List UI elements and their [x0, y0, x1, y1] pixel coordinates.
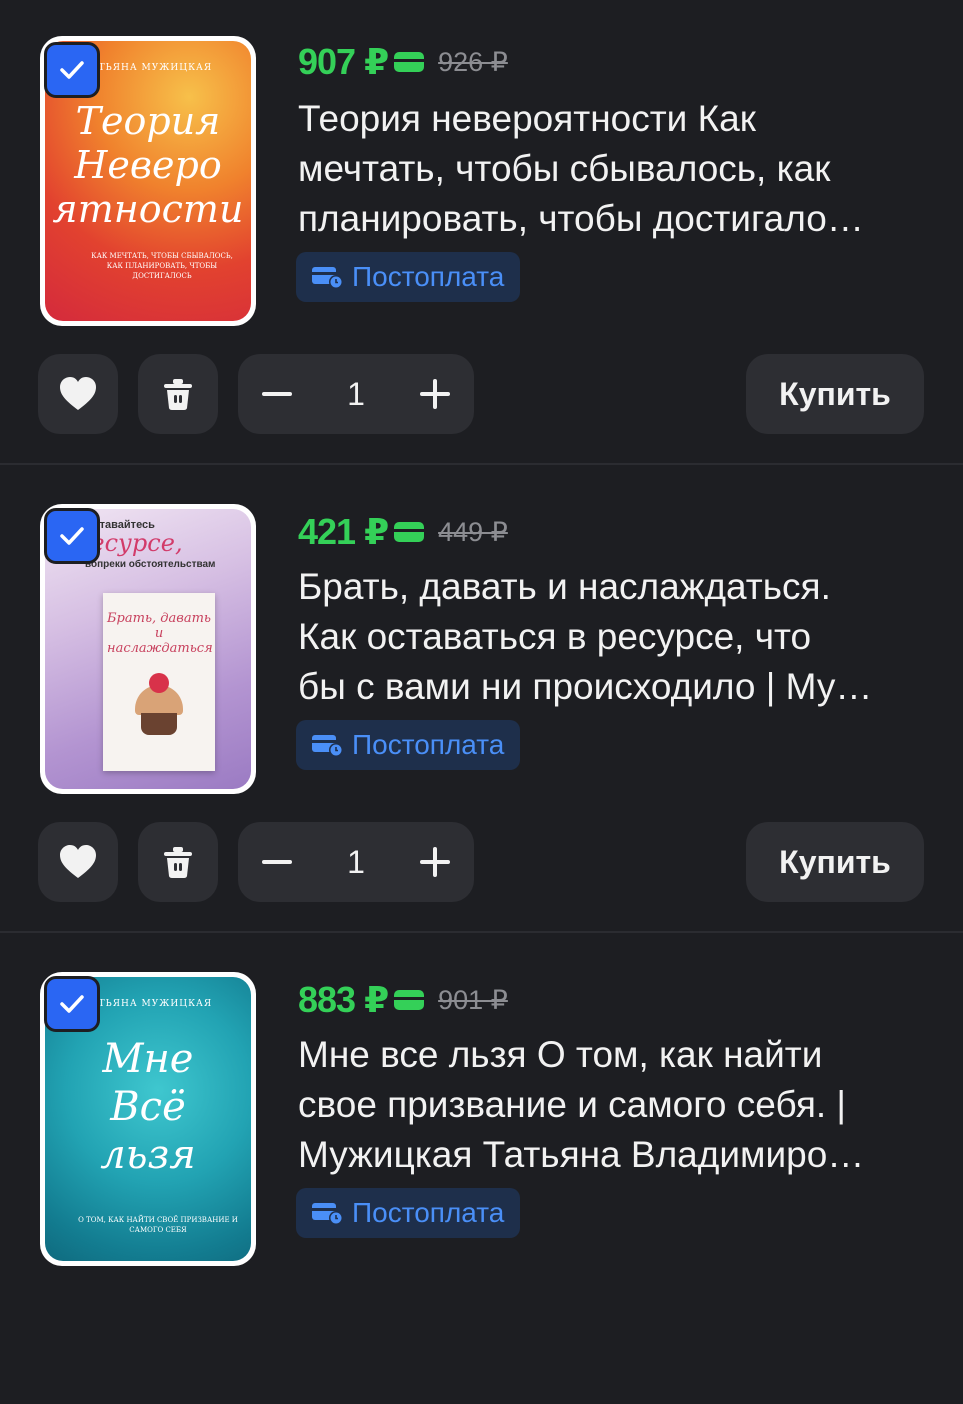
trash-icon: [164, 847, 192, 878]
check-icon: [60, 995, 84, 1013]
cart-item: ТАТЬЯНА МУЖИЦКАЯ Мне Всё льзя О ТОМ, КАК…: [0, 936, 963, 1404]
cover-title: Теория Невеpо ятности: [52, 99, 244, 231]
quantity-value: 1: [347, 375, 365, 412]
old-price: 449 ₽: [438, 516, 508, 547]
cover-title: Мне Всё льзя: [100, 1036, 196, 1178]
cover-subtitle: вопреки обстоятельствам: [85, 559, 216, 570]
old-price: 926 ₽: [438, 46, 508, 77]
check-icon: [60, 61, 84, 79]
delete-button[interactable]: [138, 822, 218, 902]
item-actions: 1 Купить: [38, 354, 924, 434]
cover-title: ресурсе,: [75, 529, 183, 557]
price-row: 883 ₽ 901 ₽: [298, 978, 508, 1022]
item-actions: 1 Купить: [38, 822, 924, 902]
card-clock-icon: [312, 267, 343, 289]
plus-icon[interactable]: [418, 845, 452, 879]
plus-icon[interactable]: [418, 377, 452, 411]
price: 421 ₽: [298, 511, 389, 552]
trash-icon: [164, 379, 192, 410]
postpay-badge[interactable]: Постоплата: [296, 720, 521, 770]
quantity-stepper: 1: [238, 822, 474, 902]
cart-item: ТАТЬЯНА МУЖИЦКАЯ Теория Невеpо ятности К…: [0, 0, 963, 468]
card-clock-icon: [312, 1203, 343, 1225]
cover-subtitle: О ТОМ, КАК НАЙТИ СВОЁ ПРИЗВАНИЕ И САМОГО…: [78, 1216, 238, 1234]
select-checkbox[interactable]: [44, 508, 100, 564]
delete-button[interactable]: [138, 354, 218, 434]
divider: [0, 463, 963, 465]
product-title[interactable]: Мне все льзя О том, как найти свое призв…: [298, 1030, 928, 1180]
heart-icon: [60, 845, 96, 878]
price: 907 ₽: [298, 41, 389, 82]
inner-book-title: Брать, давать и наслаждаться: [107, 611, 213, 656]
buy-button[interactable]: Купить: [746, 822, 924, 902]
cart-item: Оставайтесь ресурсе, вопреки обстоятельс…: [0, 468, 963, 936]
badge-label: Постоплата: [352, 729, 505, 760]
card-clock-icon: [312, 735, 343, 757]
card-icon: [394, 990, 425, 1010]
minus-icon[interactable]: [260, 845, 294, 879]
badge-label: Постоплата: [352, 261, 505, 292]
old-price: 901 ₽: [438, 984, 508, 1015]
badge-label: Постоплата: [352, 1197, 505, 1228]
like-button[interactable]: [38, 354, 118, 434]
cover-subtitle: КАК МЕЧТАТЬ, ЧТОБЫ СБЫВАЛОСЬ, КАК ПЛАНИР…: [91, 252, 233, 280]
price-row: 421 ₽ 449 ₽: [298, 510, 508, 554]
postpay-badge[interactable]: Постоплата: [296, 1188, 521, 1238]
postpay-badge[interactable]: Постоплата: [296, 252, 521, 302]
select-checkbox[interactable]: [44, 976, 100, 1032]
heart-icon: [60, 377, 96, 410]
product-title[interactable]: Теория невероятности Как мечтать, чтобы …: [298, 94, 928, 244]
price: 883 ₽: [298, 979, 389, 1020]
check-icon: [60, 527, 84, 545]
book-image: Брать, давать и наслаждаться: [103, 593, 215, 771]
divider: [0, 931, 963, 933]
like-button[interactable]: [38, 822, 118, 902]
quantity-stepper: 1: [238, 354, 474, 434]
card-icon: [394, 522, 425, 542]
price-row: 907 ₽ 926 ₽: [298, 40, 508, 84]
minus-icon[interactable]: [260, 377, 294, 411]
buy-button[interactable]: Купить: [746, 354, 924, 434]
select-checkbox[interactable]: [44, 42, 100, 98]
card-icon: [394, 52, 425, 72]
product-title[interactable]: Брать, давать и наслаждаться. Как остава…: [298, 562, 928, 712]
quantity-value: 1: [347, 843, 365, 880]
